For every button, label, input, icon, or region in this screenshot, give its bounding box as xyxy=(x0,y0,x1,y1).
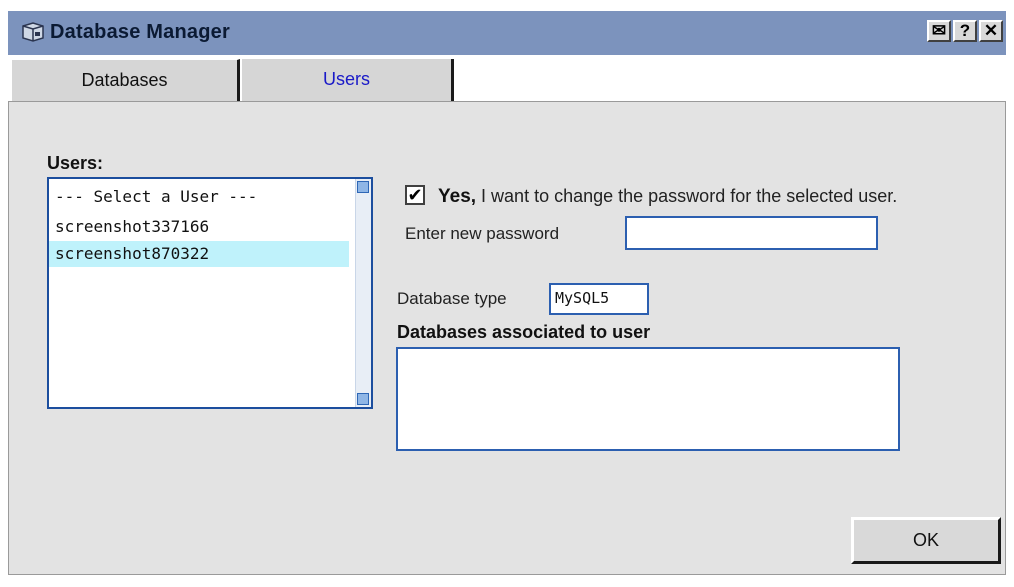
database-icon xyxy=(22,22,44,42)
change-password-checkbox[interactable]: ✔ xyxy=(405,185,425,205)
ok-button[interactable]: OK xyxy=(851,517,1001,564)
list-item[interactable]: --- Select a User --- xyxy=(55,187,345,206)
associated-databases-box[interactable] xyxy=(396,347,900,451)
close-button[interactable]: ✕ xyxy=(979,20,1003,42)
tab-users[interactable]: Users xyxy=(242,59,454,101)
mail-icon[interactable]: ✉ xyxy=(927,20,951,42)
list-item[interactable]: screenshot337166 xyxy=(55,217,345,236)
window-title: Database Manager xyxy=(50,21,230,43)
scrollbar[interactable] xyxy=(355,179,371,407)
scroll-down-button[interactable] xyxy=(357,393,369,405)
change-password-label: Yes, I want to change the password for t… xyxy=(438,186,898,207)
help-button[interactable]: ? xyxy=(953,20,977,42)
list-item-selected[interactable]: screenshot870322 xyxy=(49,241,349,267)
database-manager-window: Database Manager ✉ ? ✕ Databases Users U… xyxy=(0,0,1014,587)
users-listbox[interactable]: --- Select a User --- screenshot337166 s… xyxy=(47,177,373,409)
new-password-input[interactable] xyxy=(625,216,878,250)
tab-databases[interactable]: Databases xyxy=(12,59,240,101)
database-type-field: MySQL5 xyxy=(549,283,649,315)
new-password-label: Enter new password xyxy=(405,224,560,243)
database-type-label: Database type xyxy=(397,289,507,308)
scroll-up-button[interactable] xyxy=(357,181,369,193)
associated-databases-label: Databases associated to user xyxy=(397,322,651,342)
users-label: Users: xyxy=(47,153,104,173)
